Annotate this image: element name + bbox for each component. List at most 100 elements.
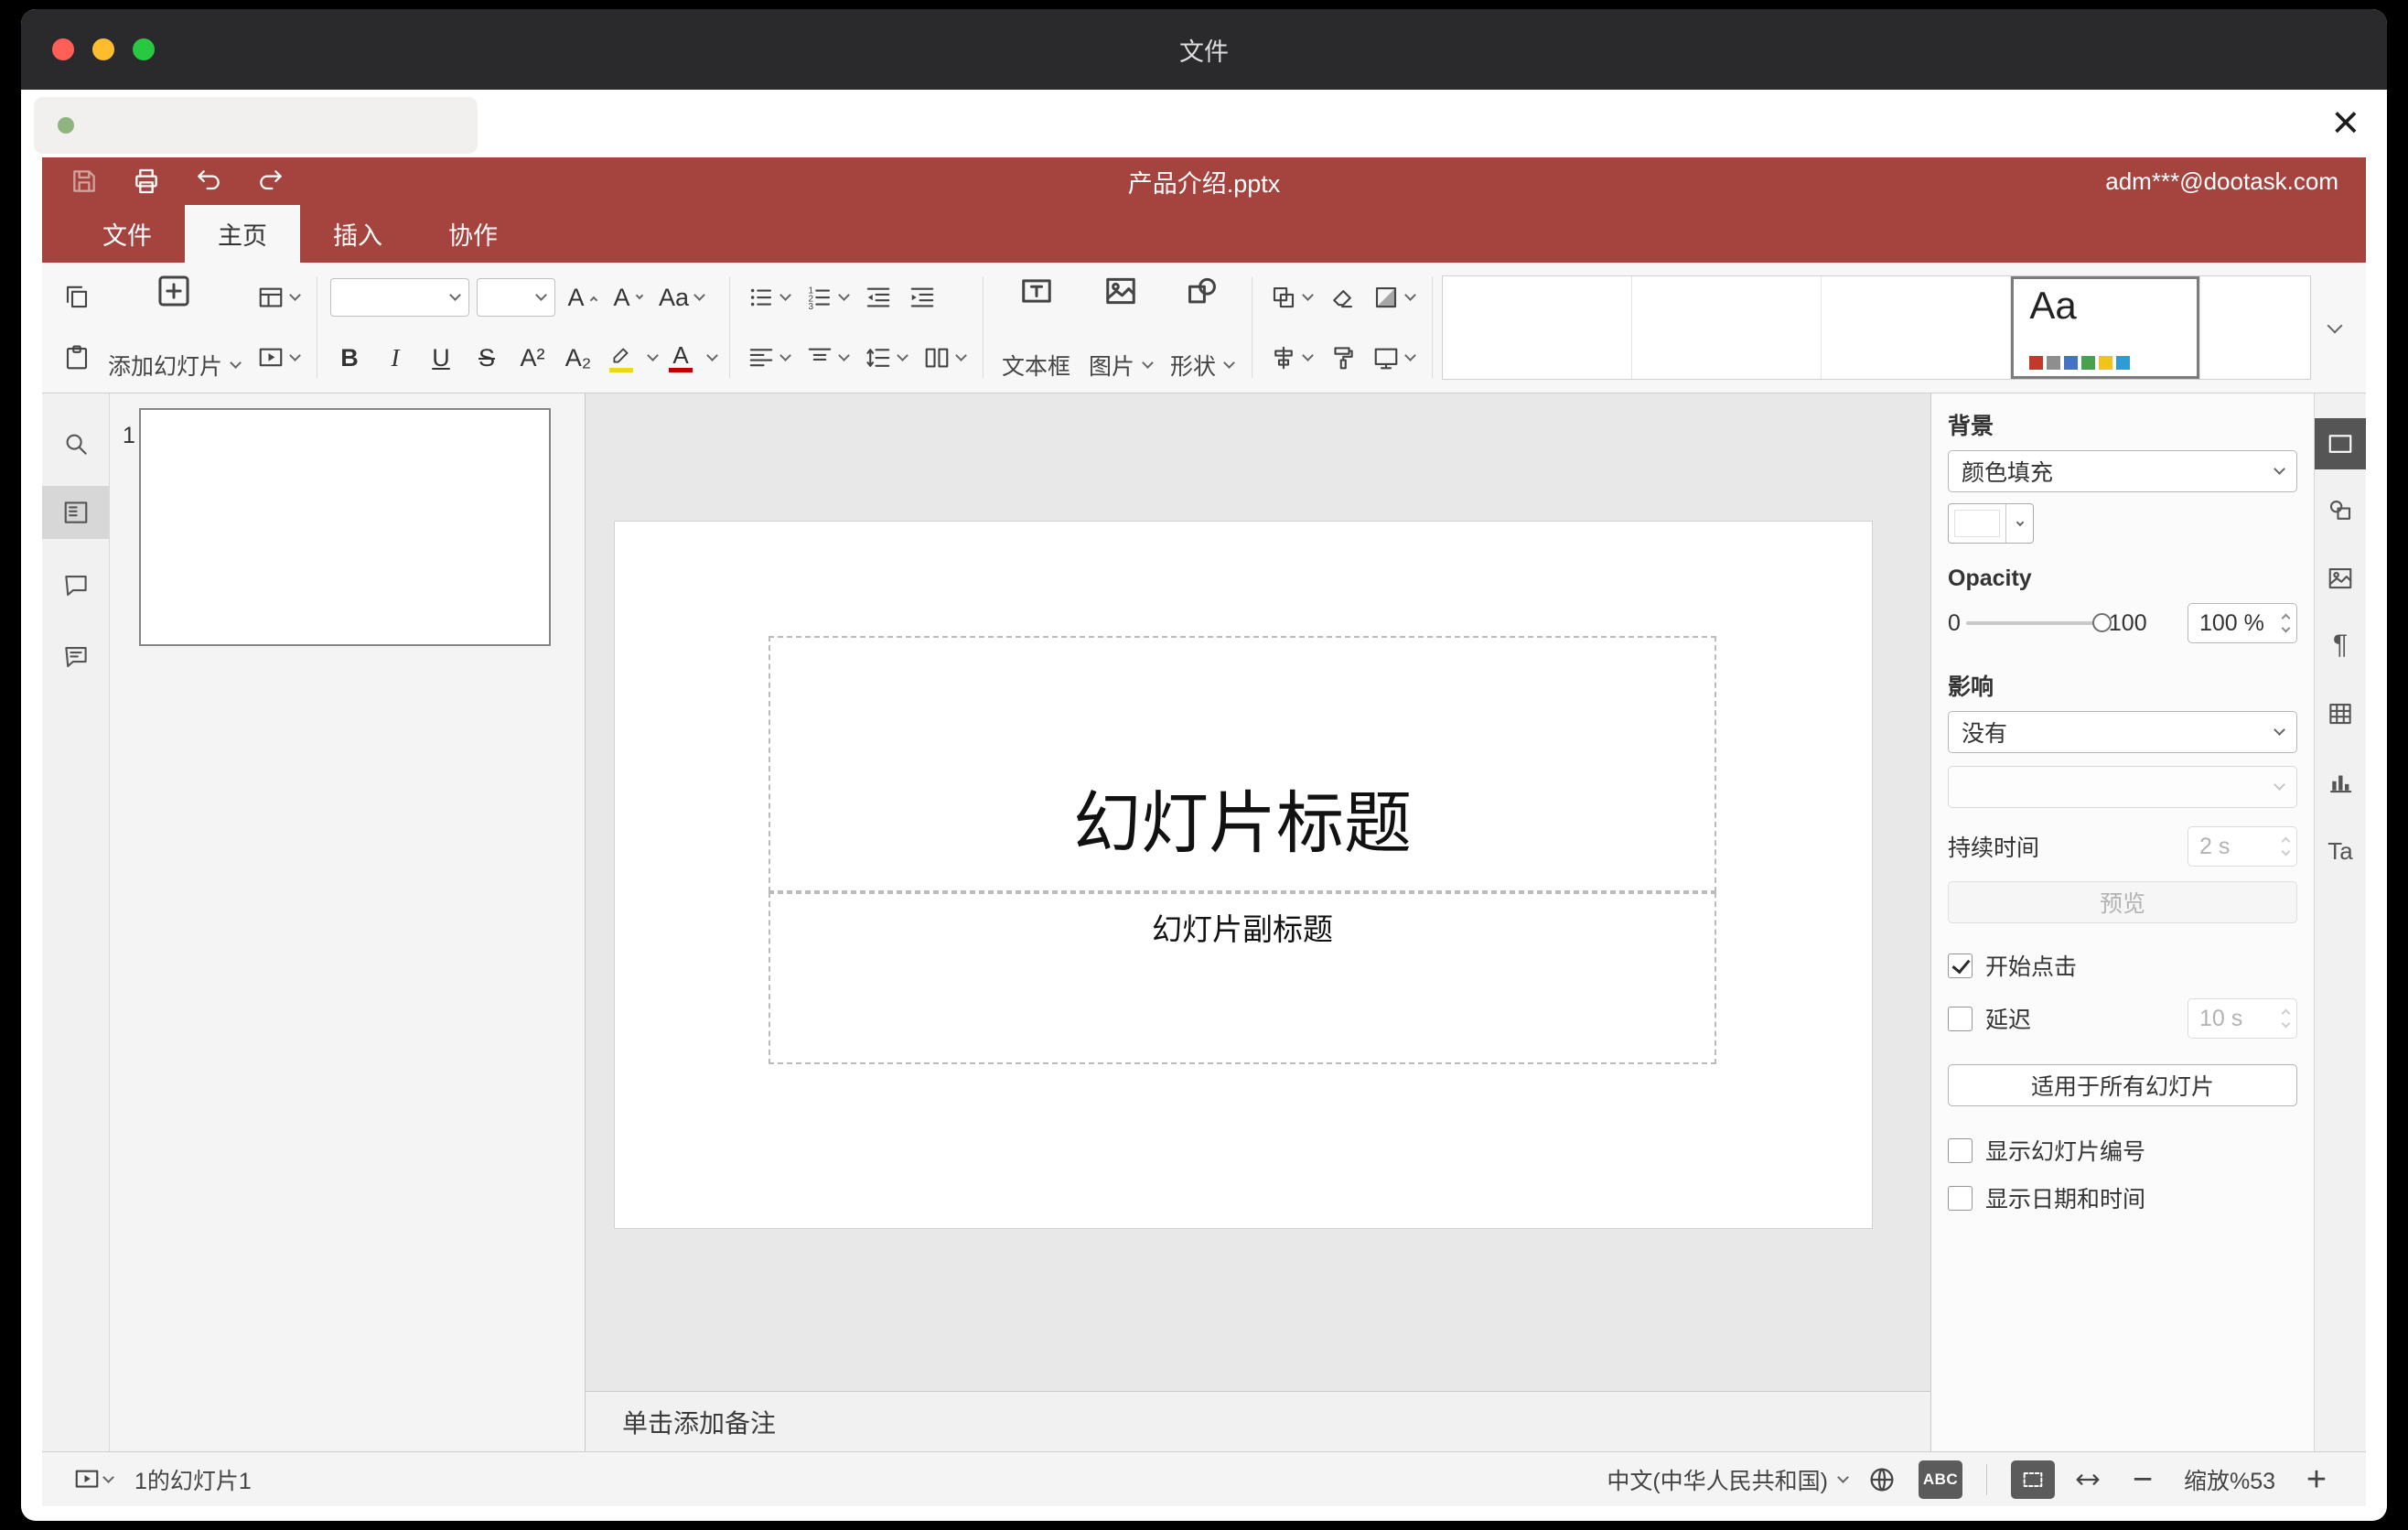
preview-button[interactable]: 预览 bbox=[1948, 881, 2297, 923]
effect-type-select[interactable] bbox=[1948, 766, 2297, 808]
theme-option[interactable] bbox=[1822, 276, 2012, 379]
font-name-combo[interactable] bbox=[330, 278, 470, 317]
change-layout-button[interactable] bbox=[253, 280, 304, 315]
svg-text:3: 3 bbox=[809, 302, 814, 311]
theme-option[interactable] bbox=[1632, 276, 1822, 379]
slides-panel-button[interactable] bbox=[42, 486, 109, 539]
delay-spinner[interactable]: 10 s bbox=[2188, 998, 2297, 1039]
shape-settings-button[interactable] bbox=[2315, 485, 2366, 536]
tab-insert[interactable]: 插入 bbox=[300, 205, 415, 263]
bullets-button[interactable] bbox=[743, 280, 794, 315]
copy-button[interactable] bbox=[59, 280, 95, 315]
table-settings-button[interactable] bbox=[2315, 688, 2366, 739]
decrease-indent-button[interactable] bbox=[860, 280, 897, 315]
highlight-color-button[interactable] bbox=[605, 341, 638, 374]
strikeout-button[interactable]: S bbox=[468, 340, 506, 376]
opacity-slider[interactable] bbox=[1965, 613, 2112, 632]
zoom-in-button[interactable]: + bbox=[2298, 1461, 2335, 1498]
fit-to-width-button[interactable] bbox=[2073, 1465, 2102, 1494]
document-language-button[interactable] bbox=[1867, 1465, 1897, 1494]
fullscreen-traffic-button[interactable] bbox=[133, 38, 155, 60]
shape-fill-button[interactable] bbox=[1368, 280, 1419, 315]
align-shape-button[interactable] bbox=[1265, 340, 1317, 375]
increase-indent-button[interactable] bbox=[904, 280, 941, 315]
columns-button[interactable] bbox=[919, 340, 970, 375]
tab-file[interactable]: 文件 bbox=[70, 205, 185, 263]
comments-panel-button[interactable] bbox=[42, 559, 109, 612]
tab-home[interactable]: 主页 bbox=[185, 205, 300, 263]
minimize-traffic-button[interactable] bbox=[92, 38, 114, 60]
font-size-combo[interactable] bbox=[477, 278, 556, 317]
change-case-button[interactable]: Aa bbox=[654, 280, 708, 316]
slide-canvas[interactable]: 幻灯片标题 幻灯片副标题 bbox=[586, 393, 1930, 1391]
chat-panel-button[interactable] bbox=[42, 630, 109, 684]
slide-settings-button[interactable] bbox=[2315, 418, 2366, 469]
subscript-button[interactable]: A₂ bbox=[559, 340, 597, 376]
font-color-button[interactable]: A bbox=[664, 341, 697, 374]
language-select[interactable]: 中文(中华人民共和国) bbox=[1607, 1463, 1849, 1496]
print-button[interactable] bbox=[132, 167, 161, 196]
superscript-button[interactable]: A² bbox=[513, 340, 552, 376]
italic-button[interactable]: I bbox=[376, 340, 414, 376]
arrange-shape-button[interactable] bbox=[1265, 280, 1317, 315]
duration-spinner[interactable]: 2 s bbox=[2188, 826, 2297, 867]
subtitle-placeholder[interactable]: 幻灯片副标题 bbox=[769, 892, 1716, 1064]
tab-collaboration[interactable]: 协作 bbox=[415, 205, 531, 263]
insert-textbox-button[interactable]: 文本框 bbox=[993, 270, 1080, 385]
fill-type-select[interactable]: 颜色填充 bbox=[1948, 450, 2297, 492]
copy-style-button[interactable] bbox=[1324, 340, 1360, 375]
bold-button[interactable]: B bbox=[330, 340, 369, 376]
close-preview-button[interactable]: × bbox=[2332, 93, 2360, 152]
insert-shape-button[interactable]: 形状 bbox=[1161, 270, 1242, 385]
line-spacing-button[interactable] bbox=[860, 340, 911, 375]
close-traffic-button[interactable] bbox=[52, 38, 74, 60]
menu-hamburger-icon[interactable] bbox=[2306, 220, 2337, 247]
clear-style-button[interactable] bbox=[1324, 280, 1360, 315]
add-slide-button[interactable]: 添加幻灯片 bbox=[99, 270, 249, 385]
start-slideshow-status-button[interactable] bbox=[73, 1466, 114, 1493]
opacity-spinner[interactable]: 100 % bbox=[2188, 603, 2297, 643]
theme-option-selected[interactable]: Aa bbox=[2011, 276, 2201, 379]
increase-font-button[interactable]: A bbox=[563, 280, 601, 316]
insert-image-button[interactable]: 图片 bbox=[1080, 270, 1161, 385]
title-placeholder[interactable]: 幻灯片标题 bbox=[769, 636, 1716, 892]
opacity-slider-knob[interactable] bbox=[2091, 613, 2112, 632]
start-on-click-checkbox[interactable] bbox=[1948, 953, 1973, 978]
theme-gallery-expand-button[interactable] bbox=[2311, 270, 2355, 385]
underline-button[interactable]: U bbox=[422, 340, 460, 376]
delay-checkbox[interactable] bbox=[1948, 1006, 1973, 1031]
spellcheck-button[interactable]: ABC bbox=[1919, 1460, 1962, 1499]
numbering-button[interactable]: 123 bbox=[801, 280, 853, 315]
fill-color-picker[interactable] bbox=[1948, 503, 2034, 544]
paragraph-group: 123 bbox=[739, 270, 973, 385]
save-button[interactable] bbox=[70, 167, 99, 196]
show-date-time-checkbox[interactable] bbox=[1948, 1185, 1973, 1211]
notes-area[interactable]: 单击添加备注 bbox=[586, 1391, 1930, 1451]
chart-settings-button[interactable] bbox=[2315, 757, 2366, 808]
slide-size-button[interactable] bbox=[1368, 340, 1419, 375]
zoom-out-button[interactable]: − bbox=[2124, 1461, 2161, 1498]
vertical-align-button[interactable] bbox=[801, 340, 853, 375]
font-color-chevron-icon[interactable] bbox=[706, 350, 718, 361]
slide-surface[interactable]: 幻灯片标题 幻灯片副标题 bbox=[615, 522, 1872, 1228]
theme-option[interactable] bbox=[1443, 276, 1633, 379]
horizontal-align-button[interactable] bbox=[743, 340, 794, 375]
effect-select[interactable]: 没有 bbox=[1948, 711, 2297, 753]
start-slideshow-button[interactable] bbox=[253, 340, 304, 375]
undo-button[interactable] bbox=[194, 167, 223, 196]
redo-button[interactable] bbox=[256, 167, 285, 196]
color-picker-chevron-icon[interactable] bbox=[2005, 504, 2033, 543]
paste-button[interactable] bbox=[59, 340, 95, 375]
apply-to-all-button[interactable]: 适用于所有幻灯片 bbox=[1948, 1064, 2297, 1106]
image-settings-button[interactable] bbox=[2315, 553, 2366, 604]
slide-thumbnail[interactable] bbox=[139, 408, 551, 646]
obscured-background-panel bbox=[34, 97, 478, 154]
highlight-color-chevron-icon[interactable] bbox=[647, 350, 659, 361]
theme-option[interactable] bbox=[2200, 276, 2310, 379]
show-slide-number-checkbox[interactable] bbox=[1948, 1137, 1973, 1163]
decrease-font-button[interactable]: A bbox=[608, 280, 647, 316]
fit-to-slide-button[interactable] bbox=[2011, 1460, 2055, 1499]
search-panel-button[interactable] bbox=[42, 417, 109, 470]
textart-settings-button[interactable]: Ta bbox=[2315, 825, 2366, 877]
paragraph-settings-button[interactable]: ¶ bbox=[2315, 620, 2366, 671]
